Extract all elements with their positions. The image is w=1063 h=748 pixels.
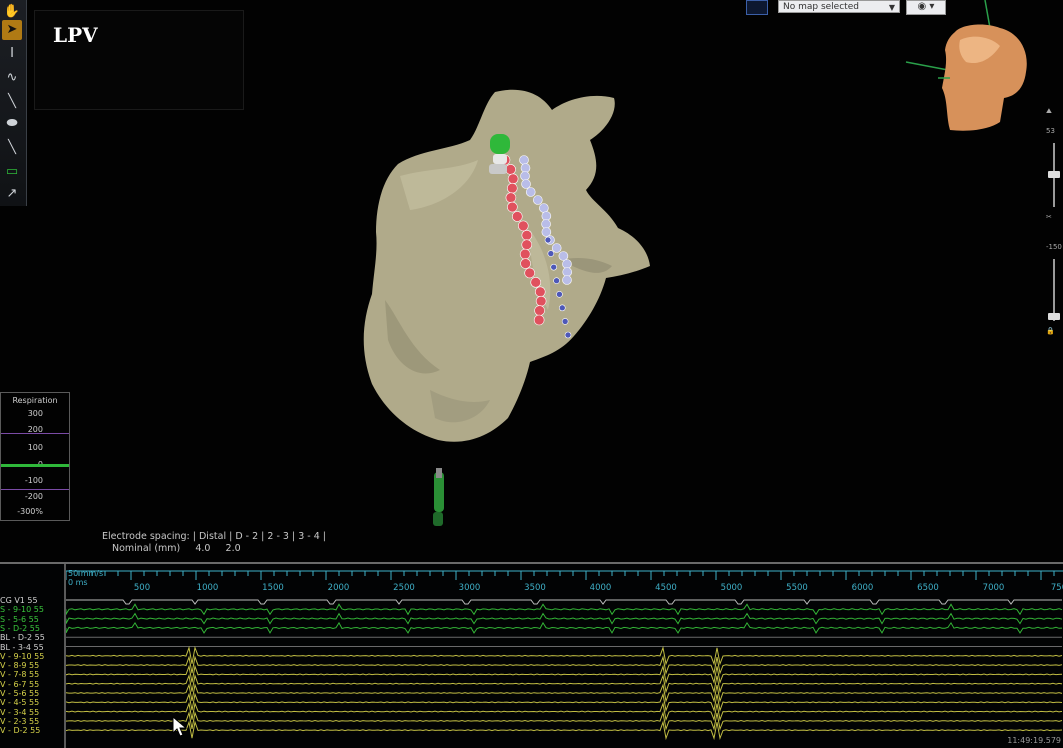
lesion-marker [562, 275, 572, 285]
egm-timestamp: 11:49:19.579 [1007, 736, 1061, 745]
lesion-marker [553, 277, 560, 285]
egm-channel-label[interactable]: V - 2-3 55 [0, 717, 39, 726]
lesion-marker [530, 277, 542, 288]
lesion-marker [541, 227, 552, 237]
lesion-marker [534, 305, 545, 316]
lesion-marker [507, 173, 519, 185]
lesion-marker [533, 195, 543, 205]
clip-slider-handle[interactable] [1048, 313, 1060, 320]
egm-channel-label[interactable]: V - D-2 55 [0, 726, 40, 735]
egm-channel-label[interactable]: V - 3-4 55 [0, 708, 39, 717]
egm-channel-label[interactable]: V - 4-5 55 [0, 698, 39, 707]
egm-channel-label[interactable]: BL - 3-4 55 [0, 643, 44, 652]
egm-traces [66, 599, 1063, 741]
egm-channel-label[interactable]: V - 9-10 55 [0, 652, 44, 661]
egm-trace [66, 683, 1063, 703]
respiration-tick-label: -300% [17, 507, 43, 516]
lesion-marker [564, 331, 572, 339]
lesion-marker [539, 203, 549, 213]
respiration-gate-line [1, 489, 69, 490]
egm-trace [66, 603, 1063, 616]
lesion-marker [541, 211, 552, 221]
lesion-marker [520, 163, 531, 173]
lesion-marker [558, 251, 569, 261]
respiration-panel: Respiration 3002001000-100-200-300% [0, 392, 70, 521]
lesion-marker [505, 192, 517, 203]
egm-channel-label[interactable]: V - 5-6 55 [0, 689, 39, 698]
egm-trace [66, 664, 1063, 685]
respiration-tick-label: 100 [27, 443, 43, 452]
lesion-marker [519, 155, 529, 165]
lesion-marker [551, 243, 562, 253]
right-slider-controls: ⛰ 53 ✂ -150 🔒 [1044, 105, 1063, 345]
respiration-tick-label: -200 [24, 492, 43, 501]
lesion-marker [521, 179, 531, 189]
egm-channel-label[interactable]: S - 5-6 55 [0, 615, 39, 624]
egm-channel-label[interactable]: S - 9-10 55 [0, 605, 44, 614]
egm-channel-label[interactable]: V - 8-9 55 [0, 661, 39, 670]
mountain-icon: ⛰ [1046, 107, 1052, 115]
egm-channel-label[interactable]: CG V1 55 [0, 596, 38, 605]
lesion-marker [524, 267, 535, 279]
lesion-marker [550, 263, 558, 271]
scissors-icon[interactable]: ✂ [1046, 213, 1052, 221]
lesion-marker [517, 220, 529, 232]
egm-trace [66, 701, 1063, 722]
lesion-marker [541, 219, 551, 229]
egm-trace [66, 720, 1063, 741]
3d-map-viewport[interactable] [0, 0, 1063, 562]
lesion-marker [535, 295, 547, 307]
egm-channel-label[interactable]: S - D-2 55 [0, 624, 40, 633]
mouse-cursor-icon [172, 716, 188, 737]
electrode-spacing-values: Nominal (mm) 4.0 2.0 [112, 543, 241, 554]
lesion-marker [556, 290, 563, 298]
egm-trace [66, 599, 1062, 605]
egm-trace [66, 655, 1063, 675]
egm-trace [66, 710, 1063, 731]
lesion-marker [534, 286, 546, 298]
egm-trace [66, 692, 1063, 713]
egm-trace [66, 621, 1063, 634]
egm-channel-label[interactable]: BL - D-2 55 [0, 633, 45, 642]
lesion-marker [506, 182, 518, 194]
lesion-marker [533, 314, 545, 326]
lesion-marker [561, 318, 569, 325]
lesion-marker [507, 201, 518, 213]
clip-value: -150 [1046, 243, 1062, 251]
reference-catheter [433, 468, 444, 526]
lesion-marker [520, 171, 530, 181]
lesion-marker [544, 236, 552, 244]
egm-trace [66, 612, 1063, 625]
respiration-title: Respiration [12, 396, 58, 405]
respiration-tick-label: 300 [27, 409, 43, 418]
lesion-marker [547, 250, 555, 257]
lesion-marker [519, 248, 531, 260]
lesion-marker [521, 229, 533, 241]
electrode-spacing-info: Electrode spacing: | Distal | D - 2 | 2 … [102, 531, 326, 555]
lesion-marker [505, 164, 516, 175]
lesion-marker [525, 187, 536, 197]
clip-slider-track[interactable] [1053, 259, 1055, 321]
egm-trace [66, 645, 1063, 666]
respiration-tick-label: -100 [24, 476, 43, 485]
lesion-marker [520, 258, 531, 269]
egm-channel-label[interactable]: V - 7-8 55 [0, 670, 39, 679]
lesion-marker [562, 259, 572, 269]
egm-channel-label[interactable]: V - 6-7 55 [0, 680, 39, 689]
opacity-value: 53 [1046, 127, 1055, 135]
lesion-marker [511, 211, 523, 222]
opacity-slider-handle[interactable] [1048, 171, 1060, 178]
electrode-spacing-header: Electrode spacing: | Distal | D - 2 | 2 … [102, 531, 326, 542]
lesion-marker [521, 239, 533, 251]
respiration-signal-line [1, 464, 69, 467]
respiration-gate-line [1, 433, 69, 434]
orientation-head-icon[interactable] [905, 0, 1027, 131]
lesion-marker [562, 267, 573, 277]
lock-icon[interactable]: 🔒 [1046, 327, 1055, 335]
lesion-marker [558, 304, 566, 312]
egm-channel-labels: CG V1 55 S - 9-10 55 S - 5-6 55 S - D-2 55 B… [0, 564, 66, 748]
egm-trace [66, 673, 1063, 694]
